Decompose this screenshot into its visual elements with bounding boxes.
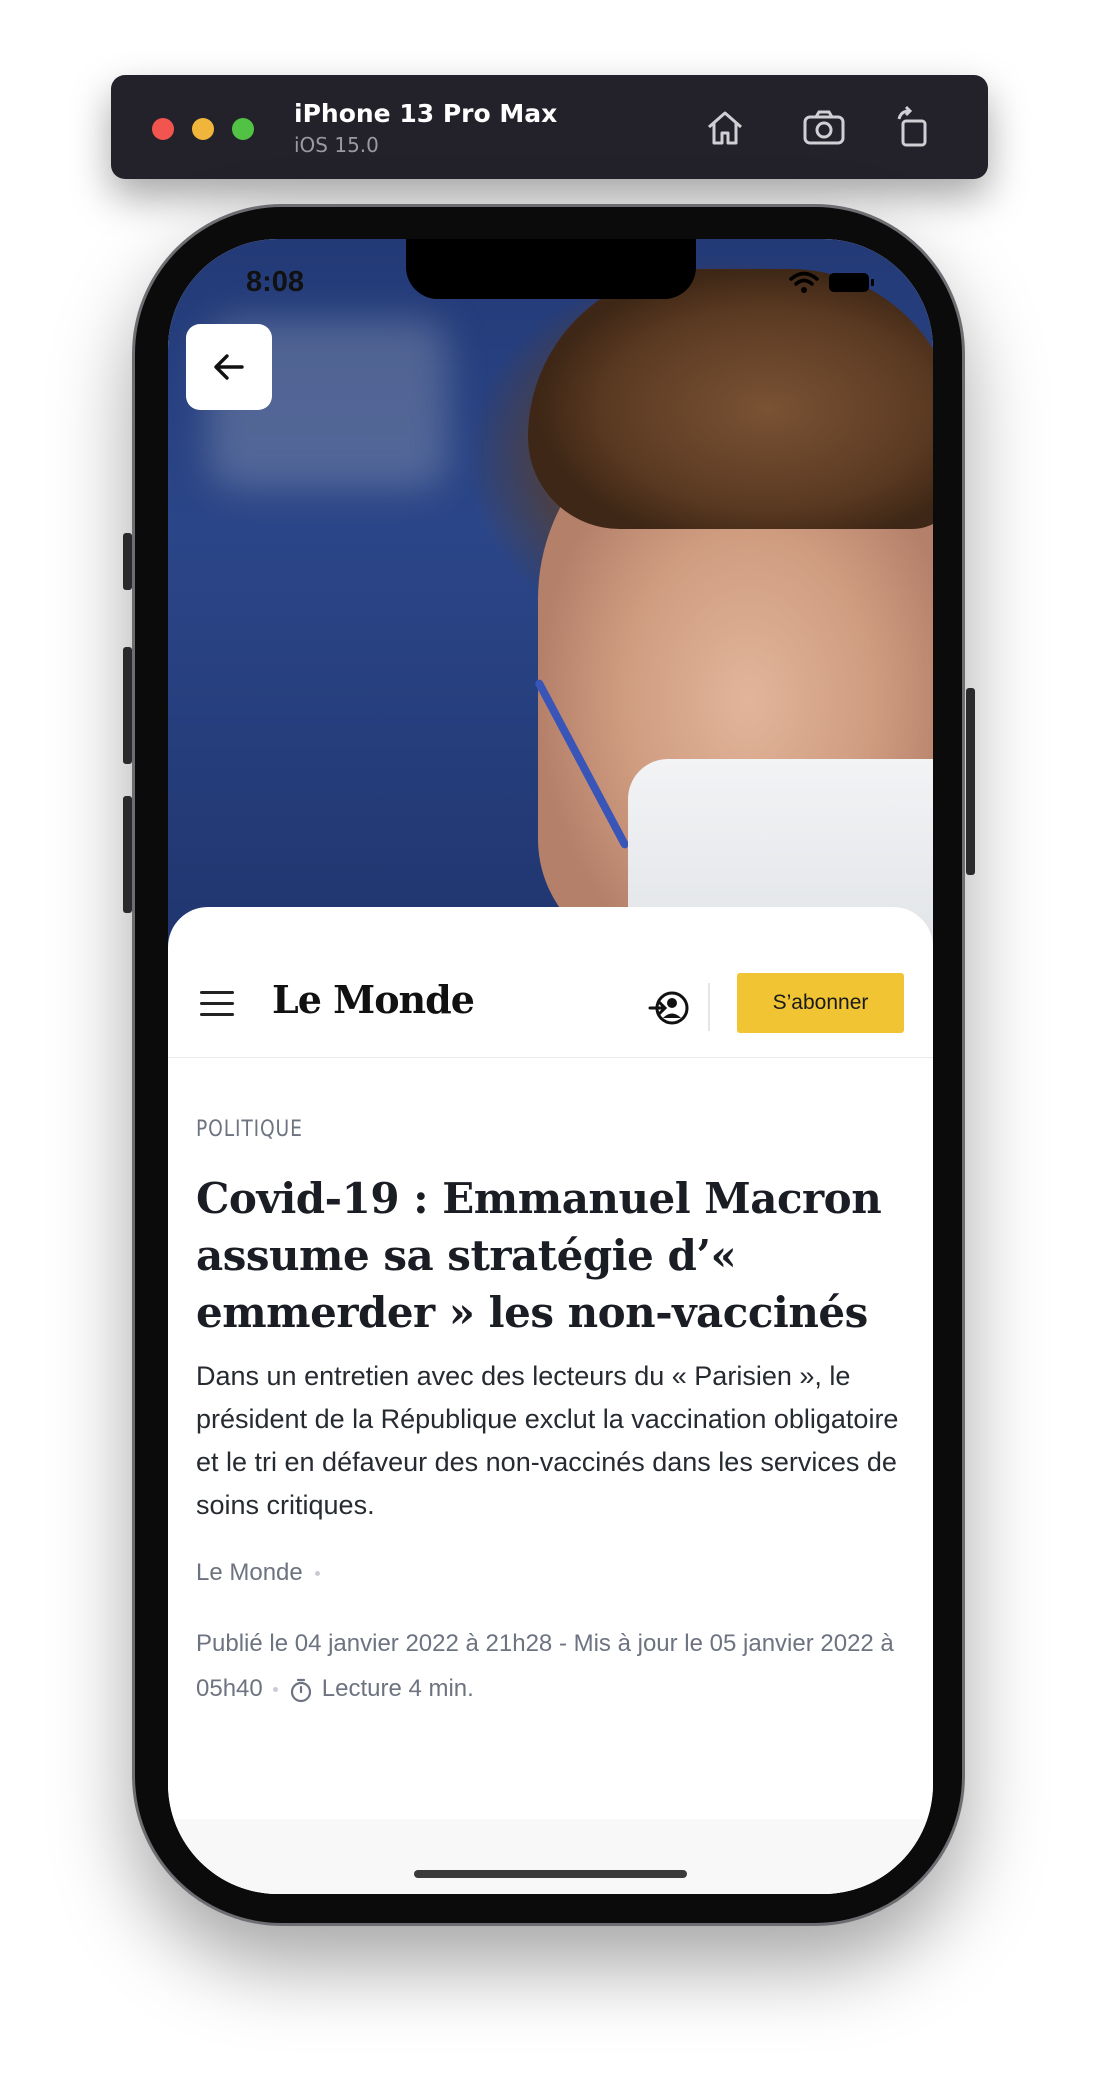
- article-lede: Dans un entretien avec des lecteurs du «…: [196, 1361, 899, 1520]
- bottom-safe-area: [168, 1819, 933, 1894]
- wifi-icon: [789, 271, 819, 293]
- os-version: iOS 15.0: [294, 133, 379, 157]
- home-icon[interactable]: [702, 105, 748, 151]
- article-source: Le Monde: [196, 1559, 906, 1587]
- arrow-left-icon: [214, 354, 244, 380]
- article-headline: Covid-19 : Emmanuel Macron assume sa str…: [196, 1174, 882, 1337]
- screenshot-icon[interactable]: [801, 105, 847, 151]
- site-header: Le Monde S’abonner: [168, 959, 933, 1058]
- volume-down-button: [123, 796, 132, 913]
- minimize-window-button[interactable]: [192, 118, 214, 140]
- home-indicator[interactable]: [414, 1870, 687, 1878]
- status-icons: [787, 269, 877, 295]
- article-meta: Publié le 04 janvier 2022 à 21h28 - Mis …: [196, 1621, 906, 1711]
- article-category[interactable]: POLITIQUE: [196, 1117, 800, 1142]
- source-name: Le Monde: [196, 1559, 303, 1586]
- simulator-title-bar: iPhone 13 Pro Max iOS 15.0: [111, 75, 988, 179]
- account-login-icon[interactable]: [648, 987, 690, 1029]
- menu-icon[interactable]: [200, 991, 234, 1021]
- device-name: iPhone 13 Pro Max: [294, 99, 558, 128]
- reading-time: Lecture 4 min.: [321, 1675, 474, 1702]
- power-button: [966, 688, 975, 875]
- rotate-icon[interactable]: [891, 105, 937, 151]
- silent-switch: [123, 533, 132, 590]
- notch: [406, 239, 696, 299]
- battery-icon: [829, 273, 874, 292]
- volume-up-button: [123, 647, 132, 764]
- zoom-window-button[interactable]: [232, 118, 254, 140]
- phone-screen: 8:08 Le Monde S’abonner POLITIQUE Covid-…: [168, 239, 933, 1894]
- subscribe-button[interactable]: S’abonner: [737, 973, 904, 1033]
- article-body: POLITIQUE Covid-19 : Emmanuel Macron ass…: [196, 1117, 906, 1711]
- status-time: 8:08: [246, 266, 305, 298]
- nav-divider: [708, 983, 710, 1031]
- back-button[interactable]: [186, 324, 272, 410]
- article-sheet: Le Monde S’abonner POLITIQUE Covid-19 : …: [168, 907, 933, 1894]
- le-monde-logo[interactable]: Le Monde: [272, 977, 475, 1022]
- close-window-button[interactable]: [152, 118, 174, 140]
- timer-icon: [290, 1678, 311, 1702]
- article-hero-image: [168, 239, 933, 979]
